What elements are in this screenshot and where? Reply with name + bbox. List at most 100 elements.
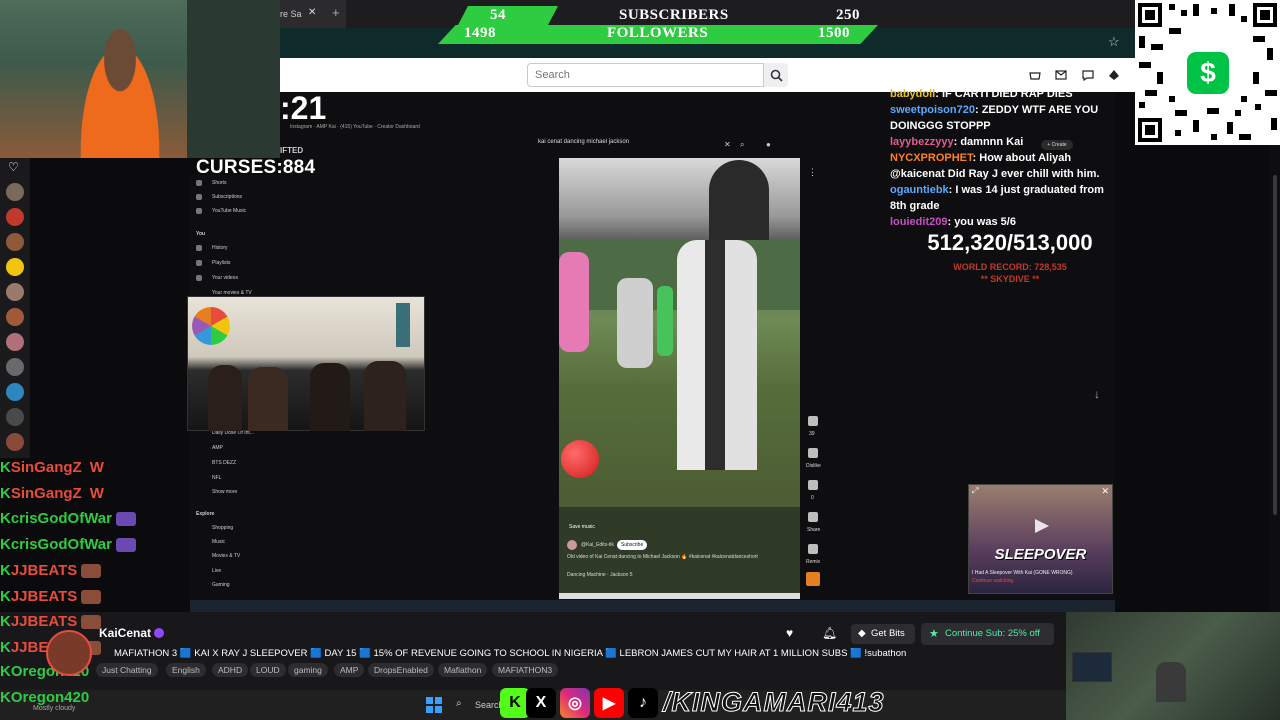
plus-icon[interactable]: + [332, 5, 340, 20]
followed-channel-avatar[interactable] [6, 383, 24, 401]
short-music[interactable]: Dancing Machine · Jackson 5 [567, 572, 633, 578]
right-scroll-area[interactable] [1270, 145, 1280, 612]
yt-side-music[interactable]: Music [212, 539, 225, 545]
comment-icon[interactable] [808, 480, 818, 490]
left-chat-line: KcrisGodOfWar [0, 507, 136, 531]
instagram-icon[interactable]: ◎ [560, 688, 590, 718]
yt-side-history[interactable]: History [212, 245, 228, 251]
verified-icon [154, 628, 164, 638]
yt-side-subscriptions[interactable]: Subscriptions [212, 194, 242, 200]
yt-side-explore: Explore [196, 511, 215, 517]
followed-channel-avatar[interactable] [6, 208, 24, 226]
tag[interactable]: Mafiathon [438, 663, 488, 677]
yt-side-movies-tv[interactable]: Movies & TV [212, 553, 240, 559]
like-icon[interactable] [808, 416, 818, 426]
yt-side-sub-3[interactable]: BTS DEZZ [212, 460, 236, 466]
yt-side-ytmusic[interactable]: YouTube Music [212, 208, 246, 214]
youtube-icon[interactable]: ▶ [594, 688, 624, 718]
followed-channel-avatar[interactable] [6, 433, 24, 451]
yt-side-sub-2[interactable]: AMP [212, 445, 223, 451]
yt-side-playlists[interactable]: Playlists [212, 260, 230, 266]
followed-channel-avatar[interactable] [6, 358, 24, 376]
expand-icon[interactable]: ⤢ [972, 486, 978, 496]
channel-avatar[interactable] [567, 540, 577, 550]
x-icon[interactable]: X [526, 688, 556, 718]
followed-channel-avatar[interactable] [6, 333, 24, 351]
dislike-icon[interactable] [808, 448, 818, 458]
chat-username: sweetpoison720 [890, 104, 975, 116]
tag[interactable]: ADHD [212, 663, 249, 677]
yt-side-you[interactable]: You [196, 231, 205, 237]
search-button[interactable] [764, 63, 788, 87]
channel-avatar[interactable] [46, 630, 92, 676]
left-chat-suffix: W [89, 459, 104, 476]
cart-icon[interactable] [1028, 68, 1042, 82]
yt-side-live[interactable]: Live [212, 568, 221, 574]
webcam-background [187, 0, 280, 158]
channel-name[interactable]: KaiCenat [99, 626, 151, 640]
tag[interactable]: DropsEnabled [368, 663, 434, 677]
remix-label: Remix [806, 559, 821, 565]
chat-text: : you was 5/6 [947, 216, 1016, 228]
followed-channel-avatar[interactable] [6, 308, 24, 326]
tag[interactable]: LOUD [250, 663, 286, 677]
left-chat-line: KSinGangZ W [0, 485, 104, 502]
remix-icon[interactable] [808, 544, 818, 554]
chat-message: louiedit209: you was 5/6 [890, 214, 1120, 230]
tag[interactable]: MAFIATHON3 [492, 663, 559, 677]
left-chat-user: SinGangZ [10, 459, 82, 476]
your-videos-icon [196, 275, 202, 281]
shorts-icon [196, 180, 202, 186]
yt-search-icon[interactable]: ⌕ [740, 140, 744, 150]
star-icon[interactable]: ☆ [1108, 34, 1120, 50]
bits-icon[interactable] [1107, 68, 1121, 82]
mini-close-icon[interactable]: ✕ [1101, 486, 1109, 497]
close-icon[interactable]: ✕ [308, 7, 316, 18]
followed-channel-avatar[interactable] [6, 233, 24, 251]
subscribe-button[interactable]: Subscribe [617, 540, 647, 550]
yt-side-your-videos[interactable]: Your videos [212, 275, 238, 281]
mic-icon[interactable]: ● [766, 140, 771, 149]
followed-channel-avatar[interactable] [6, 283, 24, 301]
taskbar-search-icon[interactable]: ⌕ [456, 698, 462, 709]
yt-side-shopping[interactable]: Shopping [212, 525, 233, 531]
play-icon[interactable] [1035, 519, 1049, 533]
yt-search-text[interactable]: kai cenat dancing michael jackson [538, 139, 788, 153]
heart-icon[interactable]: ♡ [8, 160, 19, 174]
yt-side-gaming[interactable]: Gaming [212, 582, 230, 588]
share-icon[interactable] [808, 512, 818, 522]
tiktok-icon[interactable]: ♪ [628, 688, 658, 718]
more-icon[interactable]: ⋮ [808, 167, 817, 178]
scrollbar-thumb[interactable] [1273, 175, 1277, 515]
continue-sub-button[interactable]: ★ Continue Sub: 25% off [921, 623, 1054, 645]
save-music-label[interactable]: Save music [569, 524, 595, 530]
followed-channel-avatar[interactable] [6, 183, 24, 201]
followed-channel-avatar[interactable] [6, 408, 24, 426]
bell-icon[interactable]: 🔔︎ [822, 626, 837, 640]
cashapp-logo-icon: $ [1187, 52, 1229, 94]
chat-icon[interactable] [1081, 68, 1095, 82]
yt-side-shorts[interactable]: Shorts [212, 180, 226, 186]
yt-side-sub-4[interactable]: NFL [212, 475, 221, 481]
left-chat-user: crisGodOfWar [10, 510, 112, 527]
scroll-down-icon[interactable]: ↓ [1094, 387, 1100, 401]
short-channel[interactable]: @Kai_Edits-tik [581, 542, 614, 548]
windows-start-icon[interactable] [426, 697, 442, 713]
browser-tab[interactable]: re Sa ✕ + [280, 0, 346, 28]
get-bits-button[interactable]: ◆ Get Bits [851, 624, 915, 644]
mini-player-continue[interactable]: Continue watching [972, 578, 1073, 584]
next-goal-label: ** SKYDIVE ** [980, 274, 1040, 284]
sound-thumbnail[interactable] [806, 572, 820, 586]
inbox-icon[interactable] [1054, 68, 1068, 82]
streamer-figure [70, 18, 170, 158]
tag-category[interactable]: Just Chatting [96, 663, 158, 677]
tag[interactable]: gaming [288, 663, 328, 677]
clear-icon[interactable]: ✕ [724, 140, 731, 149]
follow-heart-icon[interactable]: ♥ [786, 626, 793, 640]
tag[interactable]: AMP [334, 663, 365, 677]
search-input[interactable] [527, 63, 764, 87]
tag[interactable]: English [166, 663, 206, 677]
followed-channel-avatar[interactable] [6, 258, 24, 276]
emote-icon [115, 512, 136, 527]
yt-side-show-more[interactable]: Show more [212, 489, 237, 495]
